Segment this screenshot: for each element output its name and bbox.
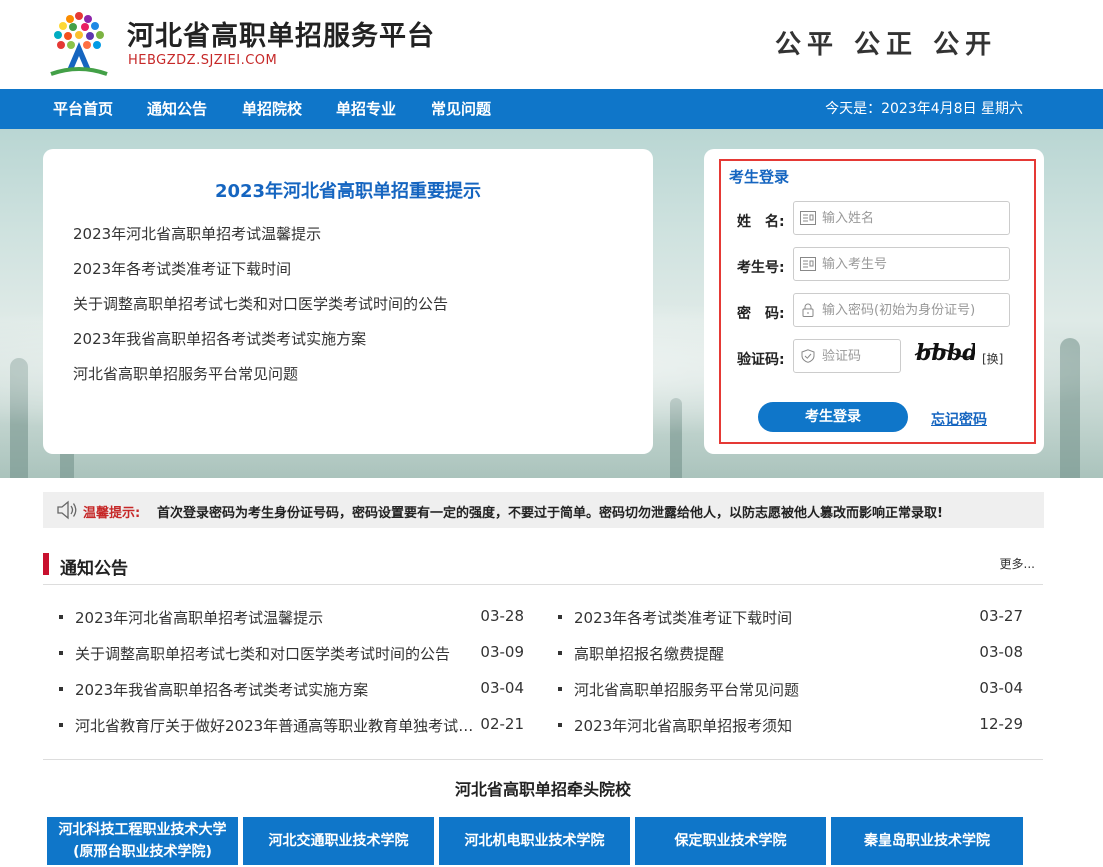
main-nav: 平台首页 通知公告 单招院校 单招专业 常见问题 今天是：2023年4月8日 星… (0, 89, 1103, 129)
bullet-icon (59, 615, 63, 619)
captcha-refresh-link[interactable]: [换] (982, 350, 1003, 367)
announcement-title[interactable]: 河北省教育厅关于做好2023年普通高等职业教育单独考试招生工作的通知 (75, 715, 477, 736)
announcement-item[interactable]: 2023年我省高职单招各考试类考试实施方案 03-04 (59, 679, 524, 701)
school-button[interactable]: 秦皇岛职业技术学院 (831, 817, 1023, 865)
important-notice-panel: 2023年河北省高职单招重要提示 2023年河北省高职单招考试温馨提示 2023… (43, 149, 653, 454)
nav-item-notices[interactable]: 通知公告 (147, 89, 207, 129)
login-form: 考生登录 姓 名: 考生号: 密 码: 验证码: bbbd [换] 考生登录 忘… (719, 159, 1036, 444)
nav-item-home[interactable]: 平台首页 (53, 89, 113, 129)
announcement-title[interactable]: 关于调整高职单招考试七类和对口医学类考试时间的公告 (75, 643, 478, 664)
password-field[interactable] (793, 293, 1010, 327)
announcement-item[interactable]: 河北省教育厅关于做好2023年普通高等职业教育单独考试招生工作的通知 02-21 (59, 715, 524, 737)
tip-bar: 温馨提示: 首次登录密码为考生身份证号码，密码设置要有一定的强度，不要过于简单。… (43, 492, 1044, 528)
announcement-title[interactable]: 河北省高职单招服务平台常见问题 (574, 679, 974, 700)
school-button[interactable]: 保定职业技术学院 (635, 817, 826, 865)
bullet-icon (59, 687, 63, 691)
announcement-title[interactable]: 2023年河北省高职单招考试温馨提示 (75, 607, 475, 628)
bullet-icon (558, 723, 562, 727)
site-url: HEBGZDZ.SJZIEI.COM (128, 53, 278, 68)
schools-title: 河北省高职单招牵头院校 (454, 780, 631, 799)
name-field[interactable] (793, 201, 1010, 235)
announcement-date: 03-04 (979, 679, 1023, 697)
notice-link[interactable]: 河北省高职单招服务平台常见问题 (73, 363, 448, 398)
id-card-icon (800, 211, 816, 225)
captcha-image[interactable]: bbbd (913, 337, 975, 367)
speaker-icon (57, 500, 77, 520)
bullet-icon (558, 651, 562, 655)
bullet-icon (558, 615, 562, 619)
announcements-header: 通知公告 更多... (43, 553, 1043, 585)
captcha-input[interactable] (822, 340, 898, 372)
school-button[interactable]: 河北科技工程职业技术大学 (原邢台职业技术学院) (47, 817, 238, 865)
announcement-item[interactable]: 高职单招报名缴费提醒 03-08 (558, 643, 1023, 665)
announcement-item[interactable]: 2023年各考试类准考证下载时间 03-27 (558, 607, 1023, 629)
bullet-icon (59, 723, 63, 727)
notice-link[interactable]: 2023年我省高职单招各考试类考试实施方案 (73, 328, 448, 363)
captcha-text: bbbd (916, 340, 975, 366)
announcement-date: 03-28 (480, 607, 524, 625)
announcement-date: 03-08 (979, 643, 1023, 661)
nav-item-schools[interactable]: 单招院校 (242, 89, 302, 129)
divider (43, 759, 1043, 760)
login-button[interactable]: 考生登录 (758, 402, 908, 432)
captcha-label: 验证码: (737, 352, 785, 368)
announcement-item[interactable]: 2023年河北省高职单招报考须知 12-29 (558, 715, 1023, 737)
site-title: 河北省高职单招服务平台 (127, 21, 435, 52)
tip-label: 温馨提示: (83, 506, 141, 521)
notice-link[interactable]: 关于调整高职单招考试七类和对口医学类考试时间的公告 (73, 293, 448, 328)
announcement-date: 12-29 (979, 715, 1023, 733)
notice-panel-title: 2023年河北省高职单招重要提示 (214, 181, 482, 202)
id-card-icon (800, 257, 816, 271)
exam-id-field[interactable] (793, 247, 1010, 281)
notice-list: 2023年河北省高职单招考试温馨提示 2023年各考试类准考证下载时间 关于调整… (73, 223, 448, 398)
header: 河北省高职单招服务平台 HEBGZDZ.SJZIEI.COM 公平 公正 公开 (0, 0, 1103, 89)
announcement-title[interactable]: 2023年我省高职单招各考试类考试实施方案 (75, 679, 475, 700)
exam-id-label: 考生号: (737, 260, 785, 276)
announcements-title: 通知公告 (60, 559, 128, 579)
school-button[interactable]: 河北交通职业技术学院 (243, 817, 434, 865)
announcement-title[interactable]: 2023年河北省高职单招报考须知 (574, 715, 974, 736)
password-label: 密 码: (737, 306, 785, 322)
nav-item-faq[interactable]: 常见问题 (431, 89, 491, 129)
password-input[interactable] (822, 294, 1007, 326)
bullet-icon (59, 651, 63, 655)
announcement-date: 03-09 (480, 643, 524, 661)
lock-icon (802, 303, 814, 317)
section-marker (43, 553, 49, 575)
tip-text: 首次登录密码为考生身份证号码，密码设置要有一定的强度，不要过于简单。密码切勿泄露… (157, 506, 943, 521)
slogan: 公平 公正 公开 (775, 30, 998, 60)
announcement-date: 03-04 (480, 679, 524, 697)
logo-icon (50, 12, 108, 76)
captcha-field[interactable] (793, 339, 901, 373)
notice-link[interactable]: 2023年各考试类准考证下载时间 (73, 258, 448, 293)
notice-link[interactable]: 2023年河北省高职单招考试温馨提示 (73, 223, 448, 258)
exam-id-input[interactable] (822, 248, 1007, 280)
nav-item-majors[interactable]: 单招专业 (336, 89, 396, 129)
name-label: 姓 名: (737, 214, 785, 230)
announcement-date: 03-27 (979, 607, 1023, 625)
more-link[interactable]: 更多... (1000, 555, 1035, 572)
announcement-title[interactable]: 2023年各考试类准考证下载时间 (574, 607, 974, 628)
name-input[interactable] (822, 202, 1007, 234)
current-date: 今天是：2023年4月8日 星期六 (825, 101, 1023, 117)
announcement-item[interactable]: 2023年河北省高职单招考试温馨提示 03-28 (59, 607, 524, 629)
announcement-date: 02-21 (480, 715, 524, 733)
shield-icon (801, 349, 815, 363)
announcement-item[interactable]: 河北省高职单招服务平台常见问题 03-04 (558, 679, 1023, 701)
forgot-password-link[interactable]: 忘记密码 (931, 409, 987, 429)
login-title: 考生登录 (729, 168, 790, 186)
announcement-item[interactable]: 关于调整高职单招考试七类和对口医学类考试时间的公告 03-09 (59, 643, 524, 665)
school-button[interactable]: 河北机电职业技术学院 (439, 817, 630, 865)
announcement-title[interactable]: 高职单招报名缴费提醒 (574, 643, 974, 664)
bullet-icon (558, 687, 562, 691)
